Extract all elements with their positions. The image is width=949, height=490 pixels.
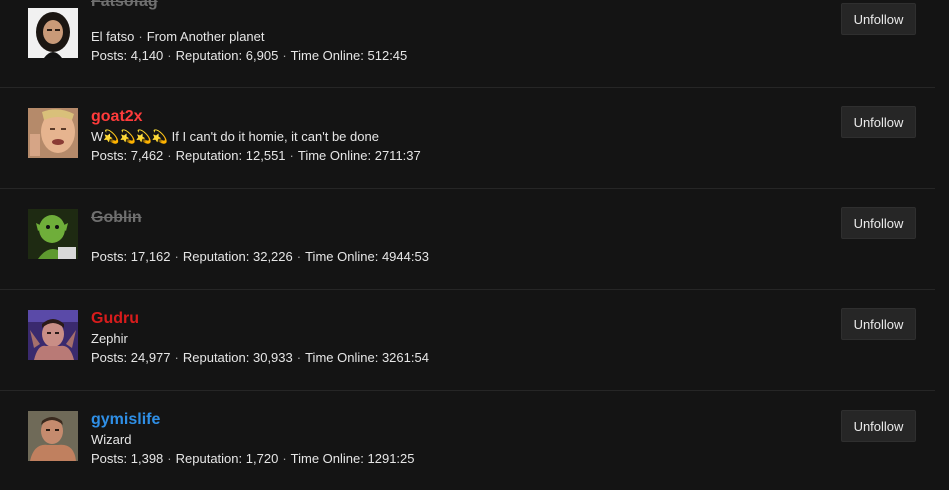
user-name-link[interactable]: goat2x bbox=[91, 107, 143, 127]
posts-count: 24,977 bbox=[130, 350, 171, 365]
user-title-line: El fatso · From Another planet bbox=[91, 29, 265, 44]
user-row: Gudru Zephir Posts: 24,977 · Reputation: 3… bbox=[0, 289, 935, 391]
user-name-link[interactable]: Goblin bbox=[91, 208, 142, 228]
posts-count: 7,462 bbox=[130, 148, 164, 163]
user-row: goat2x W💫💫💫💫 If I can't do it homie, it … bbox=[0, 87, 935, 189]
unfollow-button[interactable]: Unfollow bbox=[841, 207, 916, 239]
avatar-image bbox=[28, 411, 78, 461]
user-title-line: W💫💫💫💫 If I can't do it homie, it can't b… bbox=[91, 129, 379, 145]
reputation-count: 12,551 bbox=[245, 148, 286, 163]
reputation-count: 1,720 bbox=[245, 451, 279, 466]
avatar-image bbox=[28, 310, 78, 360]
unfollow-button[interactable]: Unfollow bbox=[841, 308, 916, 340]
unfollow-button[interactable]: Unfollow bbox=[841, 3, 916, 35]
avatar-image bbox=[28, 8, 78, 58]
user-location: From Another planet bbox=[146, 29, 265, 44]
user-avatar[interactable] bbox=[28, 411, 78, 461]
user-stats: Posts: 24,977 · Reputation: 30,933 · Time On… bbox=[91, 350, 429, 365]
time-online: 3261:54 bbox=[381, 350, 429, 365]
user-avatar[interactable] bbox=[28, 8, 78, 58]
avatar-image bbox=[28, 209, 78, 259]
user-title: Zephir bbox=[91, 331, 128, 346]
user-avatar[interactable] bbox=[28, 209, 78, 259]
user-title-line: Zephir bbox=[91, 331, 128, 347]
reputation-count: 30,933 bbox=[252, 350, 293, 365]
time-online: 512:45 bbox=[367, 48, 408, 63]
user-stats: Posts: 7,462 · Reputation: 12,551 · Time Onl… bbox=[91, 148, 421, 163]
unfollow-button[interactable]: Unfollow bbox=[841, 410, 916, 442]
user-name-link[interactable]: Gudru bbox=[91, 309, 139, 329]
posts-count: 4,140 bbox=[130, 48, 164, 63]
user-stats: Posts: 4,140 · Reputation: 6,905 · Time Onli… bbox=[91, 48, 408, 63]
time-online: 1291:25 bbox=[367, 451, 415, 466]
user-title: W💫💫💫💫 If I can't do it homie, it can't b… bbox=[91, 129, 379, 144]
user-row: gymislife Wizard Posts: 1,398 · Reputation… bbox=[0, 390, 935, 490]
user-name-link[interactable]: gymislife bbox=[91, 410, 160, 430]
user-stats: Posts: 1,398 · Reputation: 1,720 · Time Onli… bbox=[91, 451, 415, 466]
avatar-image bbox=[28, 108, 78, 158]
user-title: Wizard bbox=[91, 432, 132, 447]
time-online: 4944:53 bbox=[381, 249, 429, 264]
user-name-link[interactable]: Fatsofag bbox=[91, 0, 158, 12]
unfollow-button[interactable]: Unfollow bbox=[841, 106, 916, 138]
user-avatar[interactable] bbox=[28, 108, 78, 158]
user-row: Fatsofag El fatso · From Another planet Po… bbox=[0, 0, 935, 88]
time-online: 2711:37 bbox=[374, 148, 421, 163]
following-list: Fatsofag El fatso · From Another planet Po… bbox=[0, 0, 949, 490]
posts-count: 1,398 bbox=[130, 451, 164, 466]
user-row: Goblin Posts: 17,162 · Reputation: 32,226 ·… bbox=[0, 188, 935, 290]
user-avatar[interactable] bbox=[28, 310, 78, 360]
user-title: El fatso bbox=[91, 29, 135, 44]
user-stats: Posts: 17,162 · Reputation: 32,226 · Time On… bbox=[91, 249, 429, 264]
reputation-count: 32,226 bbox=[252, 249, 293, 264]
posts-count: 17,162 bbox=[130, 249, 171, 264]
user-title-line: Wizard bbox=[91, 432, 131, 448]
reputation-count: 6,905 bbox=[245, 48, 279, 63]
